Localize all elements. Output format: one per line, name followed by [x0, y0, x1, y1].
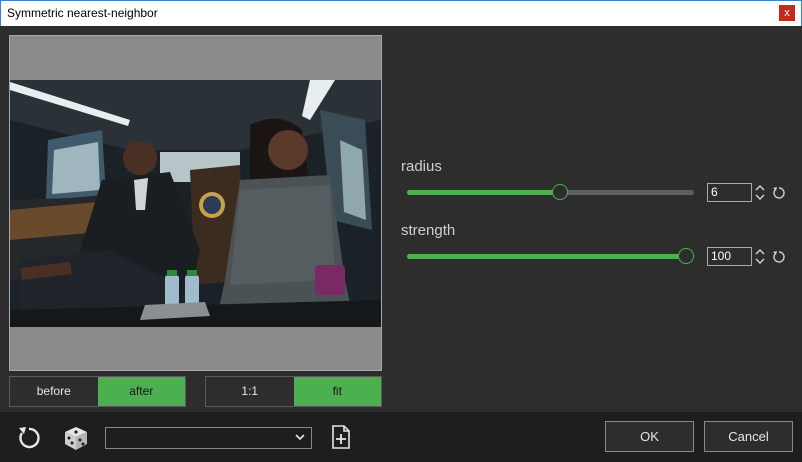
- zoom-toggle: 1:1 fit: [205, 376, 382, 407]
- bottom-toolbar: OK Cancel: [0, 412, 802, 462]
- radius-label: radius: [401, 158, 442, 175]
- cancel-button[interactable]: Cancel: [704, 421, 793, 452]
- close-button[interactable]: x: [779, 5, 795, 21]
- ok-button[interactable]: OK: [605, 421, 694, 452]
- strength-value-field[interactable]: 100: [707, 247, 752, 266]
- preview-photo: [10, 80, 381, 327]
- add-preset-icon[interactable]: [331, 425, 351, 449]
- preset-dropdown[interactable]: [105, 427, 312, 449]
- strength-label: strength: [401, 222, 456, 239]
- strength-slider[interactable]: [407, 248, 694, 264]
- radius-stepper-icon[interactable]: [754, 183, 766, 202]
- dialog-body: before after 1:1 fit radius 6 strength 1…: [0, 26, 802, 412]
- zoom-1to1-button[interactable]: 1:1: [206, 377, 294, 406]
- before-button[interactable]: before: [10, 377, 98, 406]
- radius-slider-fill: [407, 190, 560, 195]
- view-toggle: before after: [9, 376, 186, 407]
- window-title: Symmetric nearest-neighbor: [7, 6, 158, 20]
- strength-stepper-icon[interactable]: [754, 247, 766, 266]
- radius-reset-icon[interactable]: [772, 186, 786, 200]
- radius-value-field[interactable]: 6: [707, 183, 752, 202]
- reset-all-icon[interactable]: [16, 425, 42, 451]
- radius-slider-thumb[interactable]: [552, 184, 568, 200]
- random-dice-icon[interactable]: [62, 424, 90, 452]
- after-button[interactable]: after: [97, 377, 185, 406]
- zoom-fit-button[interactable]: fit: [293, 377, 381, 406]
- strength-slider-fill: [407, 254, 686, 259]
- strength-reset-icon[interactable]: [772, 250, 786, 264]
- image-preview: [9, 35, 382, 371]
- radius-slider[interactable]: [407, 184, 694, 200]
- title-bar: Symmetric nearest-neighbor x: [0, 0, 802, 26]
- chevron-down-icon: [295, 434, 305, 441]
- strength-slider-thumb[interactable]: [678, 248, 694, 264]
